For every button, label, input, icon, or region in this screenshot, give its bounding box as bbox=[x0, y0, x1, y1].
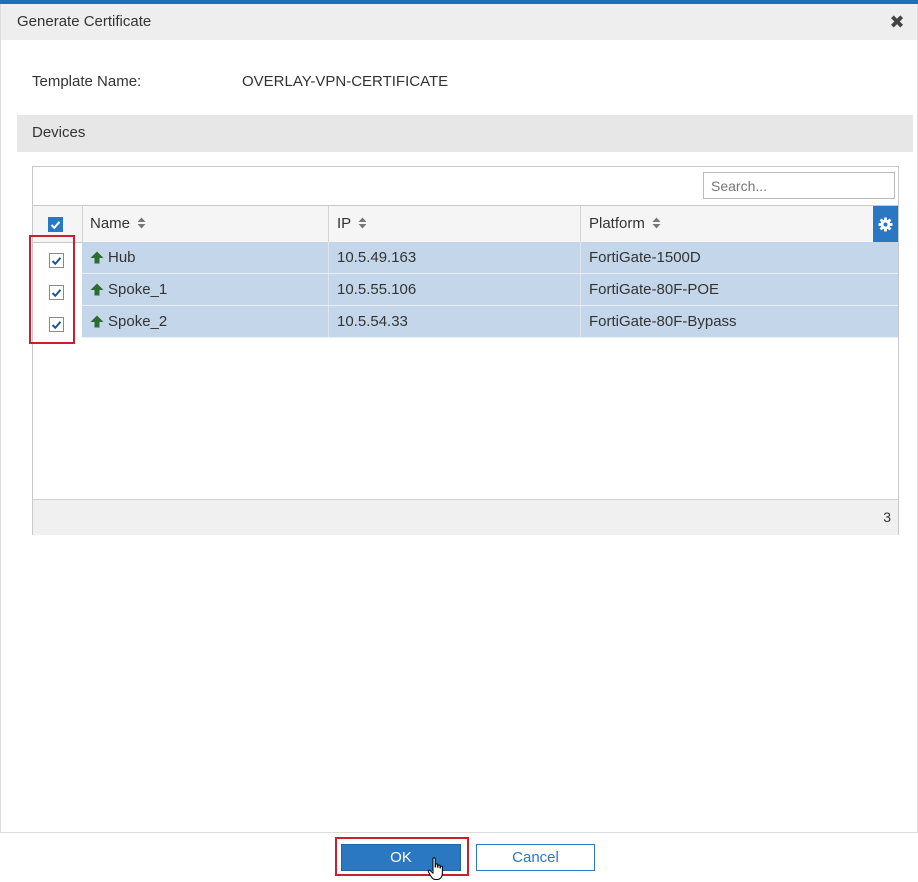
column-header-name[interactable]: Name bbox=[82, 206, 328, 242]
close-icon[interactable]: ✖ bbox=[889, 12, 905, 32]
table-row[interactable]: Spoke_2 10.5.54.33 FortiGate-80F-Bypass bbox=[82, 306, 898, 338]
grid-header: Name IP Platform bbox=[33, 205, 898, 243]
cell-platform: FortiGate-80F-POE bbox=[589, 281, 720, 298]
grid-footer: 3 bbox=[33, 499, 898, 535]
column-header-name-label: Name bbox=[90, 215, 131, 232]
column-settings-button[interactable] bbox=[873, 206, 898, 242]
cell-name-text: Hub bbox=[108, 249, 136, 266]
column-header-ip[interactable]: IP bbox=[329, 206, 580, 242]
cell-name: Spoke_2 bbox=[90, 306, 167, 337]
row-count: 3 bbox=[883, 509, 891, 525]
table-row[interactable]: Hub 10.5.49.163 FortiGate-1500D bbox=[82, 242, 898, 274]
hand-cursor-icon bbox=[427, 857, 443, 880]
gear-icon bbox=[878, 216, 893, 232]
arrow-up-icon bbox=[90, 283, 104, 296]
cell-ip: 10.5.49.163 bbox=[337, 249, 417, 266]
sort-icon bbox=[358, 217, 367, 229]
dialog-body: Template Name: OVERLAY-VPN-CERTIFICATE D… bbox=[0, 40, 918, 832]
sort-icon bbox=[652, 217, 661, 229]
sort-icon bbox=[137, 217, 146, 229]
column-header-platform-label: Platform bbox=[589, 215, 645, 232]
cell-platform: FortiGate-80F-Bypass bbox=[589, 313, 737, 330]
cancel-button[interactable]: Cancel bbox=[476, 844, 595, 871]
cell-name: Hub bbox=[90, 242, 136, 273]
dialog-title: Generate Certificate bbox=[17, 13, 152, 30]
column-divider bbox=[580, 242, 581, 273]
cell-platform: FortiGate-1500D bbox=[589, 249, 701, 266]
search-input[interactable] bbox=[703, 172, 895, 199]
dialog-header: Generate Certificate ✖ bbox=[0, 4, 918, 40]
cell-ip: 10.5.54.33 bbox=[337, 313, 408, 330]
column-header-ip-label: IP bbox=[337, 215, 351, 232]
checkmark-icon bbox=[50, 220, 61, 229]
cell-name: Spoke_1 bbox=[90, 274, 167, 305]
column-divider bbox=[580, 274, 581, 305]
select-all-checkbox[interactable] bbox=[48, 217, 63, 232]
table-row[interactable]: Spoke_1 10.5.55.106 FortiGate-80F-POE bbox=[82, 274, 898, 306]
column-divider bbox=[328, 242, 329, 273]
cell-ip: 10.5.55.106 bbox=[337, 281, 417, 298]
template-name-label: Template Name: bbox=[32, 73, 142, 90]
column-divider bbox=[328, 306, 329, 337]
checkbox-highlight-box bbox=[29, 235, 75, 344]
cell-name-text: Spoke_1 bbox=[108, 281, 168, 298]
column-divider bbox=[328, 274, 329, 305]
ok-button-highlight-box bbox=[335, 837, 469, 876]
cell-name-text: Spoke_2 bbox=[108, 313, 168, 330]
devices-section-title: Devices bbox=[32, 124, 86, 141]
column-divider bbox=[580, 306, 581, 337]
devices-section-header: Devices bbox=[17, 115, 913, 152]
arrow-up-icon bbox=[90, 251, 104, 264]
arrow-up-icon bbox=[90, 315, 104, 328]
template-name-value: OVERLAY-VPN-CERTIFICATE bbox=[242, 73, 449, 90]
devices-grid: Name IP Platform bbox=[32, 166, 899, 535]
column-header-platform[interactable]: Platform bbox=[581, 206, 871, 242]
